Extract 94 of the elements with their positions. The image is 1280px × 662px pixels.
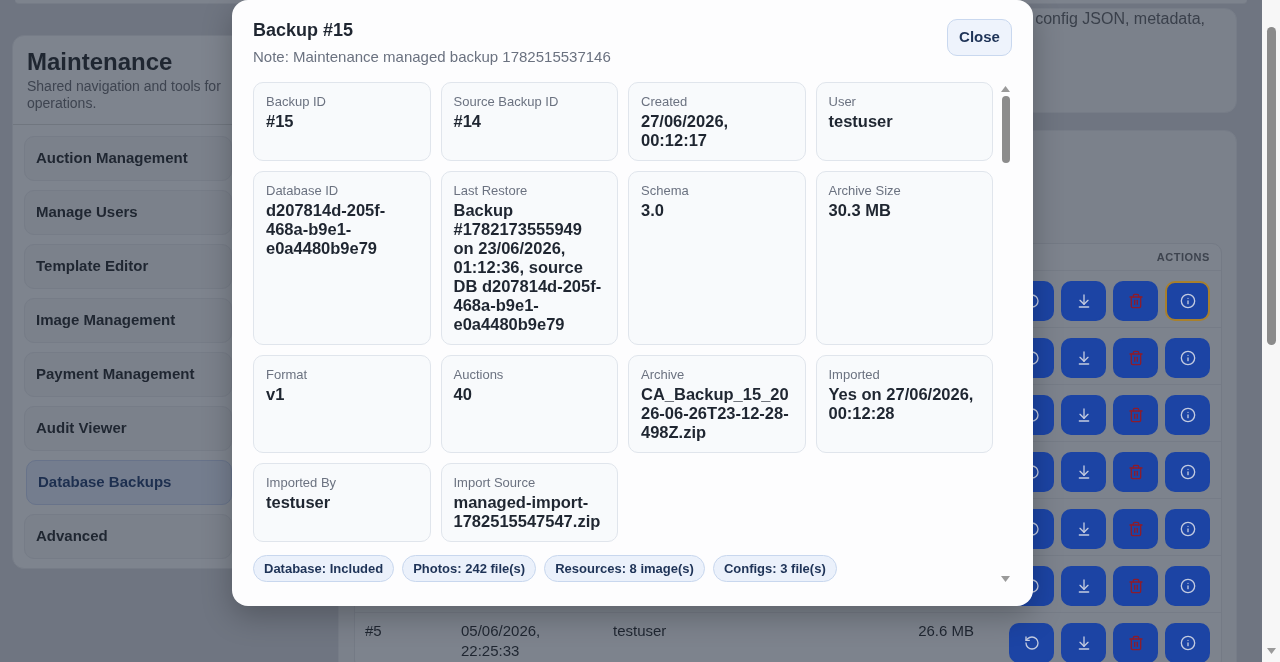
field-label: Schema	[641, 182, 690, 199]
field-label: Source Backup ID	[453, 93, 560, 110]
table-cell-text: 05/06/2026, 22:25:33	[461, 621, 542, 661]
field-value: 30.3 MB	[828, 201, 892, 220]
caret-down-icon[interactable]	[1266, 648, 1276, 654]
info-button[interactable]	[1165, 281, 1210, 321]
field-value: CA_Backup_15_2026-06-26T23-12-28-498Z.zip	[641, 385, 790, 442]
download-button[interactable]	[1061, 281, 1106, 321]
description-text: config JSON, metadata,	[1035, 9, 1205, 29]
page-scrollbar[interactable]	[1262, 0, 1280, 662]
table-cell: #5	[365, 622, 382, 639]
info-button[interactable]	[1165, 509, 1210, 549]
field-value: testuser	[828, 112, 894, 131]
delete-button[interactable]	[1113, 395, 1158, 435]
field-value: Backup #1782173555949 on 23/06/2026, 01:12:36, source DB d207814d-205f-468a-b9e1-e0a4480b9e79	[453, 201, 603, 334]
info-button[interactable]	[1165, 566, 1210, 606]
sidebar-item[interactable]: Template Editor	[24, 244, 232, 289]
download-button[interactable]	[1061, 452, 1106, 492]
column-header: ACTIONS	[1156, 249, 1210, 265]
count-badge: Resources: 8 image(s)	[544, 555, 705, 582]
field-value: managed-import-1782515547547.zip	[453, 493, 602, 531]
count-badge: Photos: 242 file(s)	[402, 555, 537, 582]
info-icon	[1179, 521, 1196, 537]
table-cell: testuser	[613, 622, 667, 639]
delete-button[interactable]	[1113, 509, 1158, 549]
restore-button[interactable]	[1009, 623, 1054, 662]
sidebar-item[interactable]: Payment Management	[24, 352, 232, 397]
delete-button[interactable]	[1113, 623, 1158, 662]
field-label: Archive	[641, 366, 686, 383]
download-button[interactable]	[1061, 338, 1106, 378]
download-button[interactable]	[1061, 566, 1106, 606]
trash-icon	[1127, 407, 1144, 423]
field-label: Auctions	[453, 366, 505, 383]
delete-button[interactable]	[1113, 281, 1158, 321]
dialog-note: Note: Maintenance managed backup 1782515537146	[253, 47, 611, 66]
sidebar-item[interactable]: Advanced	[24, 514, 232, 559]
field-label: Archive Size	[828, 182, 902, 199]
delete-button[interactable]	[1113, 566, 1158, 606]
field-value: 27/06/2026, 00:12:17	[641, 112, 730, 150]
info-icon	[1179, 635, 1196, 651]
field-label: Database ID	[266, 182, 340, 199]
delete-button[interactable]	[1113, 452, 1158, 492]
field-label: Format	[266, 366, 309, 383]
info-button[interactable]	[1165, 452, 1210, 492]
field-label: Last Restore	[453, 182, 529, 199]
caret-up-icon[interactable]	[1001, 86, 1010, 92]
download-button[interactable]	[1061, 623, 1106, 662]
trash-icon	[1127, 350, 1144, 366]
trash-icon	[1127, 293, 1144, 309]
sidebar-item[interactable]: Auction Management	[24, 136, 232, 181]
field-label: Backup ID	[266, 93, 327, 110]
count-badge: Database: Included	[253, 555, 395, 582]
count-badge: Configs: 3 file(s)	[712, 555, 837, 582]
delete-button[interactable]	[1113, 338, 1158, 378]
field-label: Imported By	[266, 474, 338, 491]
download-button[interactable]	[1061, 509, 1106, 549]
field-value: 3.0	[641, 201, 665, 220]
trash-icon	[1127, 521, 1144, 537]
field-value: d207814d-205f-468a-b9e1-e0a4480b9e79	[266, 201, 387, 258]
dialog-title: Backup #15	[253, 19, 355, 42]
scrollbar-thumb[interactable]	[1001, 96, 1010, 163]
field-label: Created	[641, 93, 689, 110]
scrollbar-thumb[interactable]	[1266, 27, 1276, 345]
field-value: #15	[266, 112, 295, 131]
field-value: 40	[453, 385, 473, 404]
field-value: #14	[453, 112, 483, 131]
info-icon	[1179, 578, 1196, 594]
info-icon	[1179, 293, 1196, 309]
download-button[interactable]	[1061, 395, 1106, 435]
field-value: Yes on 27/06/2026, 00:12:28	[828, 385, 975, 423]
info-icon	[1179, 464, 1196, 480]
sidebar-subtitle: Shared navigation and tools for operations.	[27, 78, 222, 112]
field-label: Import Source	[453, 474, 537, 491]
sidebar-item[interactable]: Audit Viewer	[24, 406, 232, 451]
trash-icon	[1127, 578, 1144, 594]
sidebar-item[interactable]: Manage Users	[24, 190, 232, 235]
table-cell: 26.6 MB	[918, 622, 974, 639]
close-button[interactable]: Close	[947, 19, 1012, 56]
trash-icon	[1127, 464, 1144, 480]
info-button[interactable]	[1165, 338, 1210, 378]
info-button[interactable]	[1165, 395, 1210, 435]
sidebar-item[interactable]: Database Backups	[26, 460, 232, 505]
info-button[interactable]	[1165, 623, 1210, 662]
rotate-arrow-icon	[1023, 635, 1040, 651]
field-label: User	[828, 93, 857, 110]
info-icon	[1179, 407, 1196, 423]
field-label: Imported	[828, 366, 881, 383]
trash-icon	[1127, 635, 1144, 651]
info-icon	[1179, 350, 1196, 366]
sidebar-item[interactable]: Image Management	[24, 298, 232, 343]
field-value: testuser	[266, 493, 332, 512]
sidebar-title: Maintenance	[27, 49, 174, 75]
field-value: v1	[266, 385, 286, 404]
caret-down-icon[interactable]	[1001, 576, 1010, 582]
